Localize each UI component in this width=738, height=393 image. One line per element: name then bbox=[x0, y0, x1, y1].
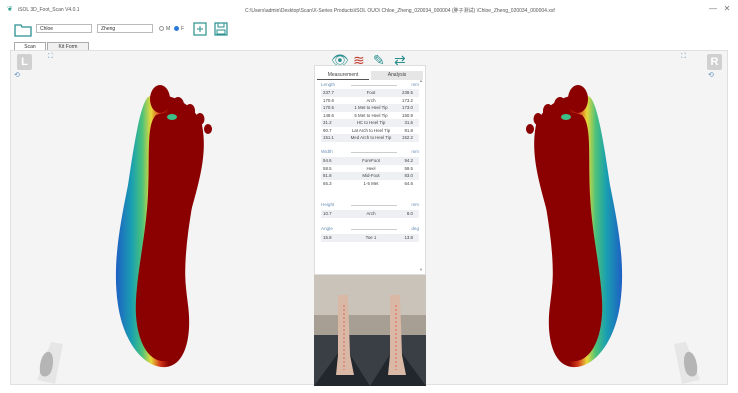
minimize-button[interactable]: — bbox=[707, 3, 719, 15]
left-foot-thumbnail[interactable] bbox=[33, 340, 65, 386]
table-row: 15.8 Toe 1 13.8 bbox=[321, 234, 419, 242]
gender-f-radio[interactable] bbox=[174, 26, 179, 31]
first-name-input[interactable]: Chloe bbox=[36, 24, 92, 33]
app-logo-icon: ❦ bbox=[7, 6, 13, 13]
save-icon[interactable] bbox=[214, 22, 228, 36]
table-row: 170.6 Arch 173.2 bbox=[323, 97, 413, 103]
window-path-title: C:\Users\admin\Desktop\Scan\X-Series Pro… bbox=[245, 8, 555, 14]
close-button[interactable]: ✕ bbox=[721, 3, 733, 15]
length-title: Length bbox=[321, 82, 336, 87]
table-row: 81.8 Mid-Foot 83.0 bbox=[321, 172, 419, 180]
angle-section-header: Angle deg bbox=[321, 226, 419, 233]
table-row: 10.7 Arch 8.0 bbox=[321, 210, 419, 218]
right-foot-pressure-map[interactable] bbox=[498, 85, 648, 370]
tab-analysis[interactable]: Analysis bbox=[371, 71, 423, 80]
height-section-header: Height mm bbox=[321, 202, 419, 209]
table-row: 151.1 Med Arch to Heel Tip 152.2 bbox=[321, 134, 419, 142]
width-section-header: Width mm bbox=[321, 149, 419, 156]
table-row: 31.2 HC to Heel Tip 31.6 bbox=[321, 119, 419, 127]
table-row: 94.6 ForeFoot 94.2 bbox=[321, 157, 419, 165]
height-unit: mm bbox=[411, 202, 419, 207]
measurement-panel: Measurement Analysis Length mm 237.7 Foot… bbox=[314, 65, 426, 275]
angle-unit: deg bbox=[411, 226, 419, 231]
length-unit: mm bbox=[411, 82, 419, 87]
left-foot-button[interactable]: L bbox=[17, 54, 32, 70]
gender-m-label: M bbox=[166, 26, 171, 32]
foot-camera-photo[interactable] bbox=[314, 275, 426, 386]
rotate-icon[interactable]: ⟲ bbox=[14, 71, 20, 79]
right-foot-thumbnail[interactable] bbox=[672, 340, 704, 386]
table-row: 65.3 1-5 Met 64.6 bbox=[323, 180, 413, 186]
gender-m-radio[interactable] bbox=[159, 26, 164, 31]
right-foot-button[interactable]: R bbox=[707, 54, 722, 70]
scroll-down-icon[interactable]: ▼ bbox=[419, 267, 423, 272]
table-row: 170.5 1 Met to Heel Tip 173.0 bbox=[321, 104, 419, 112]
width-title: Width bbox=[321, 149, 333, 154]
rotate-icon[interactable]: ⟲ bbox=[708, 71, 714, 79]
last-name-input[interactable]: Zheng bbox=[97, 24, 153, 33]
app-title: iSOL 3D_Foot_Scan V4.0.1 bbox=[18, 7, 80, 13]
tab-kit-form[interactable]: Kit Form bbox=[47, 42, 89, 50]
title-bar: ❦ iSOL 3D_Foot_Scan V4.0.1 C:\Users\admi… bbox=[0, 0, 738, 20]
tab-scan[interactable]: Scan bbox=[14, 42, 46, 50]
width-unit: mm bbox=[411, 149, 419, 154]
new-file-icon[interactable] bbox=[193, 22, 207, 36]
length-section-header: Length mm bbox=[321, 82, 419, 89]
expand-icon[interactable]: ⛶ bbox=[681, 53, 686, 61]
table-row: 90.7 Lat Arch to Heel Tip 91.8 bbox=[323, 127, 413, 133]
scroll-up-icon[interactable]: ▲ bbox=[419, 78, 423, 83]
open-folder-icon[interactable] bbox=[14, 22, 32, 37]
table-row: 237.7 Foot 239.5 bbox=[321, 89, 419, 97]
angle-title: Angle bbox=[321, 226, 333, 231]
table-row: 149.6 5 Met to Heel Tip 150.9 bbox=[323, 112, 413, 118]
table-row: 58.5 Heel 59.5 bbox=[323, 165, 413, 171]
gender-f-label: F bbox=[181, 26, 185, 32]
left-foot-pressure-map[interactable] bbox=[90, 85, 240, 370]
height-title: Height bbox=[321, 202, 335, 207]
expand-icon[interactable]: ⛶ bbox=[48, 53, 53, 61]
tab-measurement[interactable]: Measurement bbox=[317, 71, 369, 80]
